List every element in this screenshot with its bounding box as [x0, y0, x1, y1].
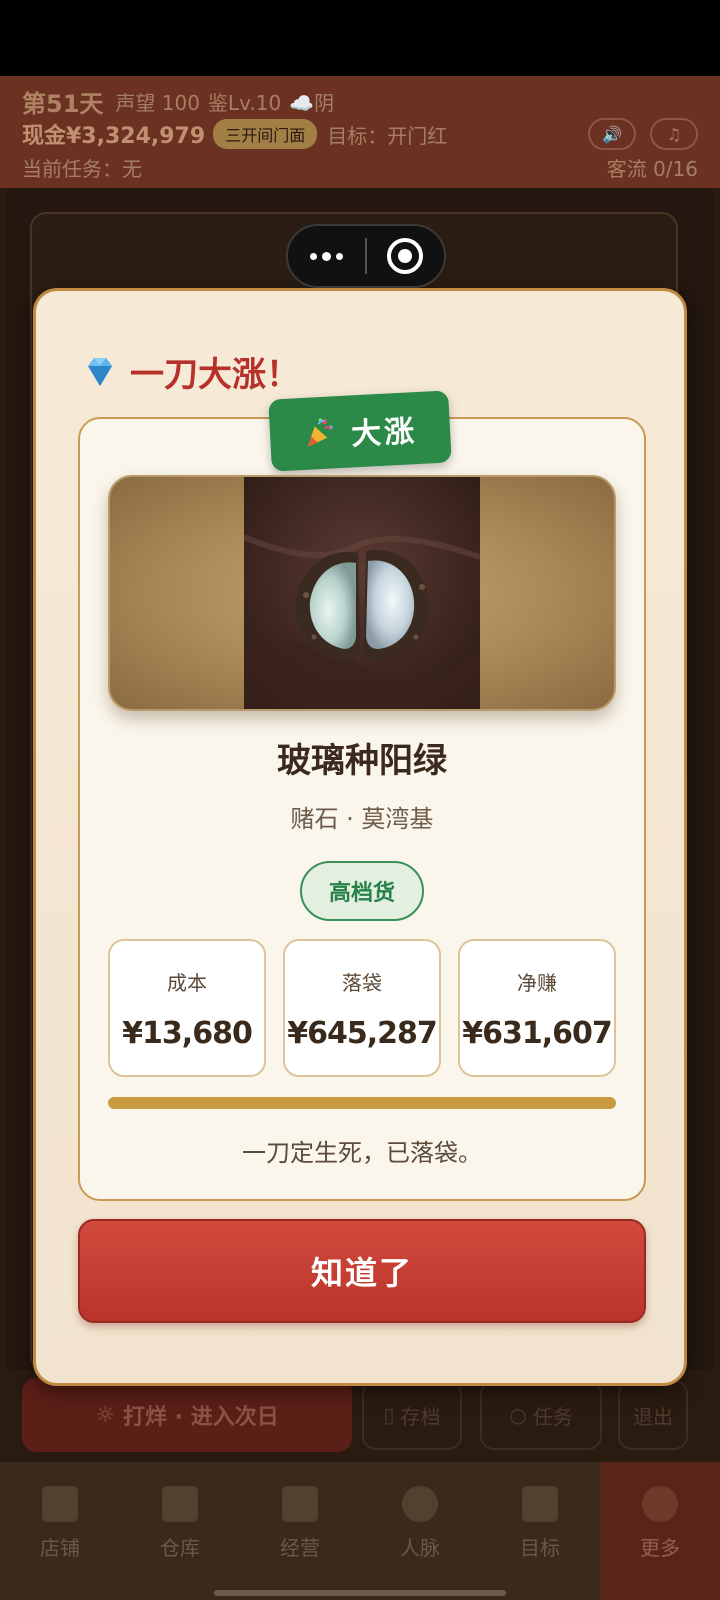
gem-icon [88, 357, 112, 386]
shop-icon [42, 1486, 78, 1522]
progress-bar [108, 1097, 616, 1109]
day-counter: 第51天 [22, 90, 104, 118]
tab-label: 目标 [520, 1536, 560, 1560]
cash-balance: 现金¥3,324,979 [22, 124, 206, 149]
jade-stone-image [244, 477, 480, 709]
customer-traffic: 客流 0/16 [606, 157, 698, 181]
tab-goals[interactable]: 目标 [480, 1462, 600, 1600]
next-day-button[interactable]: ☼ 打烊 · 进入次日 [22, 1378, 352, 1452]
search-icon: ○ [509, 1403, 527, 1427]
tab-label: 经营 [280, 1536, 320, 1560]
stat-cost: 成本 ¥13,680 [108, 939, 266, 1077]
tab-contacts[interactable]: 人脉 [360, 1462, 480, 1600]
grade-badge: 高档货 [300, 861, 424, 921]
store-type-badge: 三开间门面 [213, 119, 318, 149]
home-indicator[interactable] [214, 1590, 506, 1596]
sound-button[interactable]: 🔊 [588, 118, 636, 150]
dialog-title-text: 一刀大涨！ [130, 355, 300, 395]
people-icon [402, 1486, 438, 1522]
appraisal-level: 鉴Lv.10 [207, 91, 282, 115]
music-icon: ♫ [666, 124, 682, 144]
dialog-title: 一刀大涨！ [80, 347, 300, 396]
big-rise-label: 大涨 [350, 414, 419, 453]
stats-row: 成本 ¥13,680 落袋 ¥645,287 净赚 ¥631,607 [108, 939, 616, 1077]
system-status-bar [0, 0, 720, 76]
tab-label: 人脉 [400, 1536, 440, 1560]
tab-label: 更多 [640, 1536, 680, 1560]
weather: ☁️阴 [289, 91, 335, 115]
result-card: 大涨 玻璃种阳绿 赌石 · 莫湾基 高档货 成本 ¥13,680 落袋 ¥645… [78, 390, 646, 1201]
stat-pocketed: 落袋 ¥645,287 [283, 939, 441, 1077]
more-icon [642, 1486, 678, 1522]
result-note: 一刀定生死，已落袋。 [242, 1139, 482, 1167]
music-button[interactable]: ♫ [650, 118, 698, 150]
reputation: 声望 100 [115, 91, 200, 115]
tab-operations[interactable]: 经营 [240, 1462, 360, 1600]
miniprogram-capsule [286, 224, 446, 288]
bottom-tab-bar: 店铺 仓库 经营 人脉 目标 更多 [0, 1462, 720, 1600]
save-button[interactable]: ▯ 存档 [362, 1380, 462, 1450]
goal-text: 目标：开门红 [327, 123, 448, 148]
stat-label: 净赚 [517, 971, 557, 995]
save-icon: ▯ [383, 1403, 395, 1427]
exit-button[interactable]: 退出 [618, 1380, 688, 1450]
more-dots-icon [310, 252, 317, 260]
stat-label: 落袋 [342, 971, 382, 995]
item-category: 赌石 · 莫湾基 [290, 805, 434, 833]
stat-value: ¥13,680 [122, 1016, 253, 1051]
tasks-button[interactable]: ○ 任务 [480, 1380, 602, 1450]
tab-more[interactable]: 更多 [600, 1462, 720, 1600]
item-name: 玻璃种阳绿 [277, 741, 447, 781]
current-task: 当前任务：无 [22, 157, 142, 181]
stat-value: ¥645,287 [287, 1016, 438, 1051]
stat-net-profit: 净赚 ¥631,607 [458, 939, 616, 1077]
ledger-icon [282, 1486, 318, 1522]
tab-warehouse[interactable]: 仓库 [120, 1462, 240, 1600]
item-photo-frame [108, 475, 616, 711]
speaker-icon: 🔊 [602, 124, 622, 144]
game-header: 第51天 声望 100 鉴Lv.10 ☁️阴 现金¥3,324,979 三开间门… [0, 76, 720, 188]
goal-icon [522, 1486, 558, 1522]
progress-fill [108, 1097, 616, 1109]
tasks-label: 任务 [532, 1404, 573, 1429]
save-label: 存档 [400, 1404, 441, 1429]
more-menu-button[interactable] [288, 226, 365, 286]
tab-label: 仓库 [160, 1536, 200, 1560]
warehouse-icon [162, 1486, 198, 1522]
sun-icon: ☼ [95, 1402, 116, 1428]
big-rise-badge: 大涨 [268, 390, 452, 472]
party-popper-icon [307, 418, 333, 447]
next-day-label: 打烊 · 进入次日 [123, 1405, 279, 1430]
confirm-button[interactable]: 知道了 [78, 1219, 646, 1323]
stat-label: 成本 [167, 971, 207, 995]
close-miniprogram-button[interactable] [367, 226, 444, 286]
stat-value: ¥631,607 [462, 1016, 613, 1051]
exit-label: 退出 [633, 1404, 673, 1429]
close-target-icon [387, 238, 424, 274]
result-dialog: 一刀大涨！ 大涨 玻璃种阳绿 赌石 · 莫湾基 高档货 成本 ¥13,680 落… [33, 288, 687, 1386]
tab-label: 店铺 [40, 1536, 80, 1560]
tab-shop[interactable]: 店铺 [0, 1462, 120, 1600]
